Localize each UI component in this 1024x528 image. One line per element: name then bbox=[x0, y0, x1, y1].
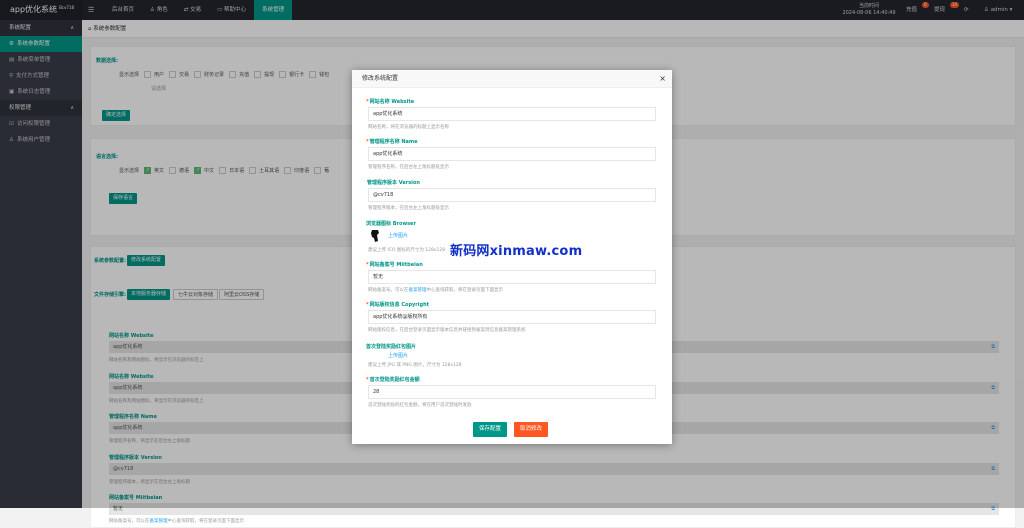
cancel-edit-button[interactable]: 取消修改 bbox=[514, 422, 549, 437]
field-label-version: 管理程序版本 Version bbox=[367, 180, 420, 186]
name-input[interactable]: app优化系统 bbox=[368, 147, 656, 161]
upload-redpack-button[interactable]: 上传图片 bbox=[388, 352, 408, 359]
version-input[interactable]: @cv718 bbox=[368, 188, 656, 202]
bg-field-hint: 网站备案号，可以在备案管理中心查询获取，将在登录页面下面显示 bbox=[109, 519, 244, 524]
beian-input[interactable]: 暂无 bbox=[368, 270, 656, 284]
website-input[interactable]: app优化系统 bbox=[368, 107, 656, 121]
favicon-preview bbox=[371, 230, 379, 242]
redpack-hint: 建议上传 JPG 或 PNG 图片，尺寸为 128x128 bbox=[368, 363, 462, 368]
amount-input[interactable]: 28 bbox=[368, 385, 656, 399]
copyright-hint: 网站版权信息，在后台登录页面显示版本信息并链接到备案到信息备案管理系统 bbox=[368, 328, 526, 333]
field-label-redpack-image: 首次登陆奖励红包图片 bbox=[366, 344, 417, 350]
beian-hint: 网站备案号，可以在备案管理中心查询获取，将在登录页面下面显示 bbox=[368, 288, 503, 293]
beian-manage-link[interactable]: 备案管理 bbox=[409, 288, 427, 293]
field-label-website: *网站名称 Website bbox=[366, 99, 415, 105]
field-label-beian: *网站备案号 Miitbeian bbox=[366, 262, 423, 268]
amount-hint: 首次登陆奖励的红包金额，将在用户首次登陆时发放 bbox=[368, 403, 472, 408]
browser-icon-hint: 建议上传 ICO 图标的尺寸为 128x128 bbox=[368, 248, 446, 253]
upload-browser-icon-button[interactable]: 上传图片 bbox=[388, 232, 408, 239]
field-label-name: *管理程序名称 Name bbox=[366, 139, 418, 145]
field-label-copyright: *网站版权信息 Copyright bbox=[366, 302, 430, 308]
save-config-button[interactable]: 保存配置 bbox=[473, 422, 508, 437]
copyright-input[interactable]: app优化系统@版权所有 bbox=[368, 310, 656, 324]
website-hint: 网站名称，将在浏览器的标题上显示名称 bbox=[368, 125, 449, 130]
field-label-browser-icon: 浏览器图标 Browser bbox=[366, 221, 416, 227]
modal-header: 修改系统配置 × bbox=[352, 70, 672, 88]
version-hint: 管理程序版本，在后台左上角标题处显示 bbox=[368, 206, 449, 211]
field-label-amount: *首次登陆奖励红包金额 bbox=[366, 377, 420, 383]
watermark-text: 新码网xinmaw.com bbox=[450, 244, 583, 259]
beian-link[interactable]: 备案管理 bbox=[150, 519, 168, 524]
close-icon[interactable]: × bbox=[659, 70, 666, 88]
name-hint: 管理程序名称，在后台左上角标题处显示 bbox=[368, 165, 449, 170]
modal-title: 修改系统配置 bbox=[362, 75, 399, 82]
